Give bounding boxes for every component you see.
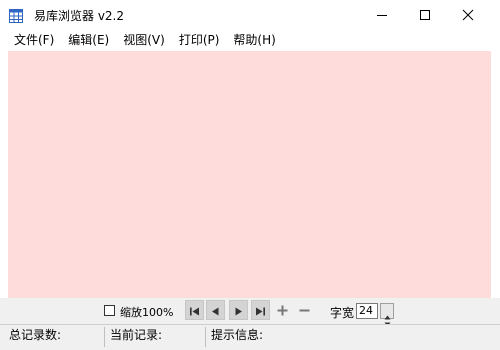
menu-view[interactable]: 视图(V) <box>116 30 172 50</box>
close-button[interactable] <box>446 0 490 30</box>
char-width-input[interactable]: 24 <box>356 303 378 319</box>
minimize-button[interactable] <box>360 0 404 30</box>
first-record-icon <box>189 301 200 320</box>
data-view-area[interactable] <box>8 51 491 298</box>
last-record-icon <box>255 301 266 320</box>
close-icon <box>462 6 474 25</box>
window-title: 易库浏览器 v2.2 <box>34 9 125 23</box>
first-record-button[interactable] <box>185 300 204 320</box>
add-record-button[interactable] <box>273 300 292 320</box>
char-width-label: 字宽 <box>330 306 355 320</box>
maximize-button[interactable] <box>403 0 447 30</box>
hint-info-label: 提示信息: <box>211 328 264 342</box>
previous-record-icon <box>211 301 220 320</box>
app-window: 易库浏览器 v2.2 文件(F) 编辑(E) 视图(V) 打印(P) 帮助(H)… <box>0 0 500 350</box>
status-separator <box>205 327 206 347</box>
menu-edit[interactable]: 编辑(E) <box>61 30 116 50</box>
navigation-toolbar <box>0 298 500 324</box>
delete-record-button[interactable] <box>295 300 314 320</box>
menu-print[interactable]: 打印(P) <box>172 30 227 50</box>
previous-record-button[interactable] <box>206 300 225 320</box>
zoom-checkbox[interactable] <box>104 305 115 316</box>
next-record-icon <box>234 301 243 320</box>
status-separator <box>104 327 105 347</box>
status-bar: 总记录数: 当前记录: 提示信息: <box>0 324 500 350</box>
plus-icon <box>277 301 288 320</box>
table-app-icon <box>9 8 23 23</box>
title-bar[interactable]: 易库浏览器 v2.2 <box>0 0 500 30</box>
minus-icon <box>299 301 310 320</box>
zoom-label: 缩放100% <box>120 306 174 319</box>
next-record-button[interactable] <box>229 300 248 320</box>
char-width-spinner[interactable] <box>380 303 394 327</box>
menu-bar: 文件(F) 编辑(E) 视图(V) 打印(P) 帮助(H) <box>0 30 500 50</box>
minimize-icon <box>376 6 388 25</box>
total-records-label: 总记录数: <box>9 328 62 342</box>
current-record-label: 当前记录: <box>110 328 163 342</box>
maximize-icon <box>419 6 431 25</box>
menu-help[interactable]: 帮助(H) <box>226 30 282 50</box>
last-record-button[interactable] <box>251 300 270 320</box>
menu-file[interactable]: 文件(F) <box>0 30 61 50</box>
